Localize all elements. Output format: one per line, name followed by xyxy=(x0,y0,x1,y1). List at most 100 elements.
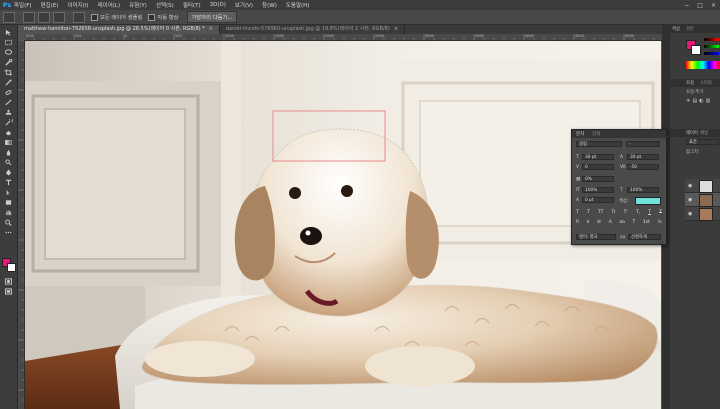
close-tab-icon[interactable]: × xyxy=(209,26,213,32)
blur-tool-icon[interactable] xyxy=(3,148,14,156)
layers-panel-tab[interactable]: 레이어 xyxy=(686,130,698,136)
tracking-field[interactable]: -50 xyxy=(627,164,659,170)
menu-image[interactable]: 이미지(I) xyxy=(67,1,88,9)
tab-character[interactable]: 문자 xyxy=(572,131,588,137)
menu-select[interactable]: 선택(S) xyxy=(156,1,174,9)
superscript-button[interactable]: T' xyxy=(624,210,628,217)
baseline-field[interactable]: 0 pt xyxy=(582,197,614,203)
titling-alternates-button[interactable]: T xyxy=(633,220,636,227)
healing-brush-tool-icon[interactable] xyxy=(3,88,14,96)
quick-mask-icon[interactable] xyxy=(3,277,14,285)
strikethrough-button[interactable]: T xyxy=(659,210,662,217)
minimize-button[interactable]: − xyxy=(684,2,689,9)
color-spectrum[interactable] xyxy=(686,61,720,69)
panel-background-swatch[interactable] xyxy=(691,45,701,55)
ordinals-button[interactable]: 1st xyxy=(643,220,650,227)
menu-3d[interactable]: 3D(D) xyxy=(210,2,226,8)
background-color-swatch[interactable] xyxy=(7,263,16,272)
more-tools-icon[interactable] xyxy=(3,228,14,236)
maximize-button[interactable]: □ xyxy=(697,2,703,9)
path-selection-tool-icon[interactable] xyxy=(3,188,14,196)
menu-view[interactable]: 보기(V) xyxy=(235,1,253,9)
crop-tool-icon[interactable] xyxy=(3,68,14,76)
font-size-field[interactable]: 30 pt xyxy=(582,154,614,160)
menu-layer[interactable]: 레이어(L) xyxy=(98,1,121,9)
red-slider[interactable] xyxy=(704,38,719,41)
zoom-tool-icon[interactable] xyxy=(3,218,14,226)
shape-tool-icon[interactable] xyxy=(3,198,14,206)
refine-edge-button[interactable]: 가장자리 다듬기... xyxy=(186,11,238,23)
adjustments-panel-tab[interactable]: 조정 xyxy=(686,80,694,86)
clone-stamp-tool-icon[interactable] xyxy=(3,108,14,116)
adjustment-icons[interactable]: ☀▤◐▥ xyxy=(686,98,720,112)
faux-italic-button[interactable]: T xyxy=(587,210,590,217)
contextual-alternates-button[interactable]: σ xyxy=(586,220,589,227)
subtract-from-selection-icon[interactable] xyxy=(53,11,65,23)
brush-tool-icon[interactable] xyxy=(3,98,14,106)
tab-daniel-lincoln[interactable]: daniel-lincoln-578960-unsplash.jpg @ 19.… xyxy=(220,25,405,34)
menu-help[interactable]: 도움말(H) xyxy=(286,1,310,9)
document-canvas[interactable] xyxy=(25,41,661,409)
photo-dog-on-bed[interactable] xyxy=(25,41,661,409)
lasso-tool-icon[interactable] xyxy=(3,48,14,56)
font-family-select[interactable]: 굴림 xyxy=(576,141,622,147)
tsume-field[interactable]: 0% xyxy=(582,176,614,182)
visibility-eye-icon[interactable]: ◉ xyxy=(688,197,692,203)
small-caps-button[interactable]: Tr xyxy=(612,210,616,217)
discretionary-ligatures-button[interactable]: st xyxy=(597,220,601,227)
menu-type[interactable]: 유형(Y) xyxy=(129,1,147,9)
menu-window[interactable]: 창(W) xyxy=(262,1,277,9)
subscript-button[interactable]: T, xyxy=(636,210,640,217)
screen-mode-icon[interactable] xyxy=(3,287,14,295)
history-brush-tool-icon[interactable] xyxy=(3,118,14,126)
stylistic-alternates-button[interactable]: aa xyxy=(619,220,625,227)
font-style-select[interactable]: - xyxy=(626,141,660,147)
visibility-eye-icon[interactable]: ◉ xyxy=(688,211,692,217)
fractions-button[interactable]: ½ xyxy=(658,220,662,227)
eraser-tool-icon[interactable] xyxy=(3,128,14,136)
auto-enhance-checkbox[interactable] xyxy=(148,13,156,21)
color-panel-tab[interactable]: 색상 xyxy=(672,26,680,32)
new-selection-icon[interactable] xyxy=(23,11,35,23)
eyedropper-tool-icon[interactable] xyxy=(3,78,14,86)
brush-size-icon[interactable] xyxy=(73,11,85,23)
tab-matthew-hamilton[interactable]: matthew-hamilton-792658-unsplash.jpg @ 2… xyxy=(18,25,220,34)
all-caps-button[interactable]: TT xyxy=(598,210,603,217)
faux-bold-button[interactable]: T xyxy=(576,210,579,217)
layer-row-selected[interactable]: ◉ xyxy=(685,193,720,207)
hand-tool-icon[interactable] xyxy=(3,208,14,216)
menu-edit[interactable]: 편집(E) xyxy=(41,1,59,9)
kerning-field[interactable]: 0 xyxy=(582,164,614,170)
quick-selection-tool-preset-icon[interactable] xyxy=(3,11,15,23)
dodge-tool-icon[interactable] xyxy=(3,158,14,166)
swash-button[interactable]: A xyxy=(609,220,612,227)
layer-row[interactable]: ◉ xyxy=(685,179,720,193)
text-color-swatch[interactable] xyxy=(635,197,661,205)
underline-button[interactable]: T xyxy=(648,210,651,217)
layer-row[interactable]: ◉ xyxy=(685,207,720,221)
channels-panel-tab[interactable]: 채널 xyxy=(700,130,708,136)
menu-file[interactable]: 파일(F) xyxy=(14,1,32,9)
close-button[interactable]: × xyxy=(711,2,716,9)
swatches-panel-tab[interactable]: 견본 xyxy=(686,26,694,32)
blue-slider[interactable] xyxy=(704,52,719,55)
sample-all-layers-checkbox[interactable] xyxy=(91,13,98,21)
close-tab-icon[interactable]: × xyxy=(394,26,398,32)
tab-paragraph[interactable]: 단락 xyxy=(588,131,604,137)
pen-tool-icon[interactable] xyxy=(3,168,14,176)
menu-filter[interactable]: 필터(T) xyxy=(183,1,201,9)
gradient-tool-icon[interactable] xyxy=(3,138,14,146)
marquee-tool-icon[interactable] xyxy=(3,38,14,46)
antialias-select[interactable]: 선명하게 xyxy=(628,234,661,240)
vertical-scale-field[interactable]: 100% xyxy=(582,187,614,193)
blend-mode-select[interactable]: 표준 xyxy=(686,139,719,145)
language-select[interactable]: 영어: 영국 xyxy=(576,234,616,240)
move-tool-icon[interactable] xyxy=(3,28,14,36)
add-to-selection-icon[interactable] xyxy=(38,11,50,23)
visibility-eye-icon[interactable]: ◉ xyxy=(688,183,692,189)
type-tool-icon[interactable] xyxy=(3,178,14,186)
horizontal-scale-field[interactable]: 100% xyxy=(627,187,659,193)
leading-field[interactable]: 30 pt xyxy=(627,154,659,160)
ligatures-button[interactable]: fi xyxy=(576,220,579,227)
green-slider[interactable] xyxy=(704,45,719,48)
